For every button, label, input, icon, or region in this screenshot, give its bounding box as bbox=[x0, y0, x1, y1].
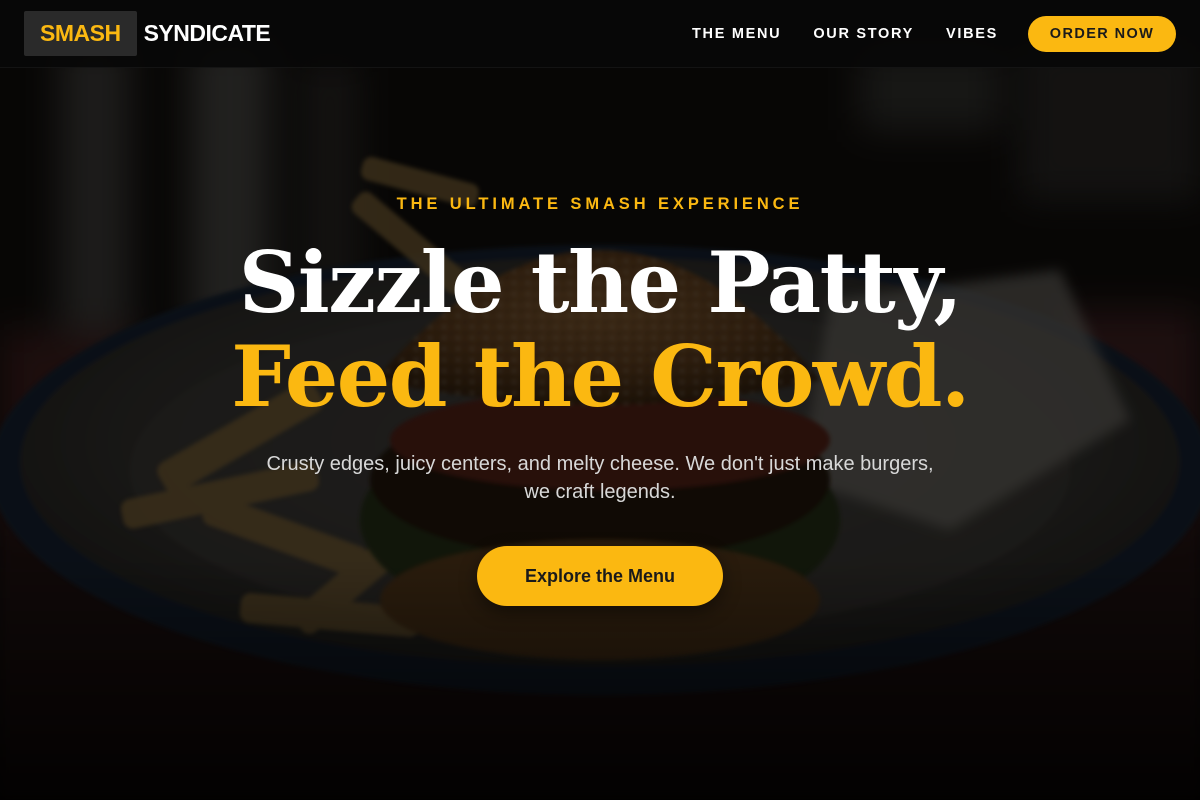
logo-wordmark: SYNDICATE bbox=[143, 20, 271, 46]
brand-logo[interactable]: SMASH SYNDICATE bbox=[24, 11, 271, 56]
logo-highlight: SMASH bbox=[24, 11, 137, 56]
explore-menu-button[interactable]: Explore the Menu bbox=[477, 546, 723, 606]
headline-line-1: Sizzle the Patty, bbox=[238, 233, 963, 332]
hero-subtitle: Crusty edges, juicy centers, and melty c… bbox=[266, 453, 934, 503]
order-now-button[interactable]: ORDER NOW bbox=[1028, 16, 1176, 52]
top-navbar: SMASH SYNDICATE THE MENU OUR STORY VIBES… bbox=[0, 0, 1200, 68]
hero-eyebrow: THE ULTIMATE SMASH EXPERIENCE bbox=[396, 195, 804, 213]
nav-link-vibes[interactable]: VIBES bbox=[930, 26, 1014, 42]
nav-links: THE MENU OUR STORY VIBES bbox=[676, 0, 1014, 68]
headline-line-2: Feed the Crowd. bbox=[231, 327, 970, 426]
nav-link-our-story[interactable]: OUR STORY bbox=[797, 26, 930, 42]
page: SMASH SYNDICATE THE MENU OUR STORY VIBES… bbox=[0, 0, 1200, 800]
hero-headline: Sizzle the Patty, Feed the Crowd. bbox=[0, 236, 1200, 424]
nav-link-the-menu[interactable]: THE MENU bbox=[676, 26, 797, 42]
hero-section: THE ULTIMATE SMASH EXPERIENCE Sizzle the… bbox=[0, 68, 1200, 800]
